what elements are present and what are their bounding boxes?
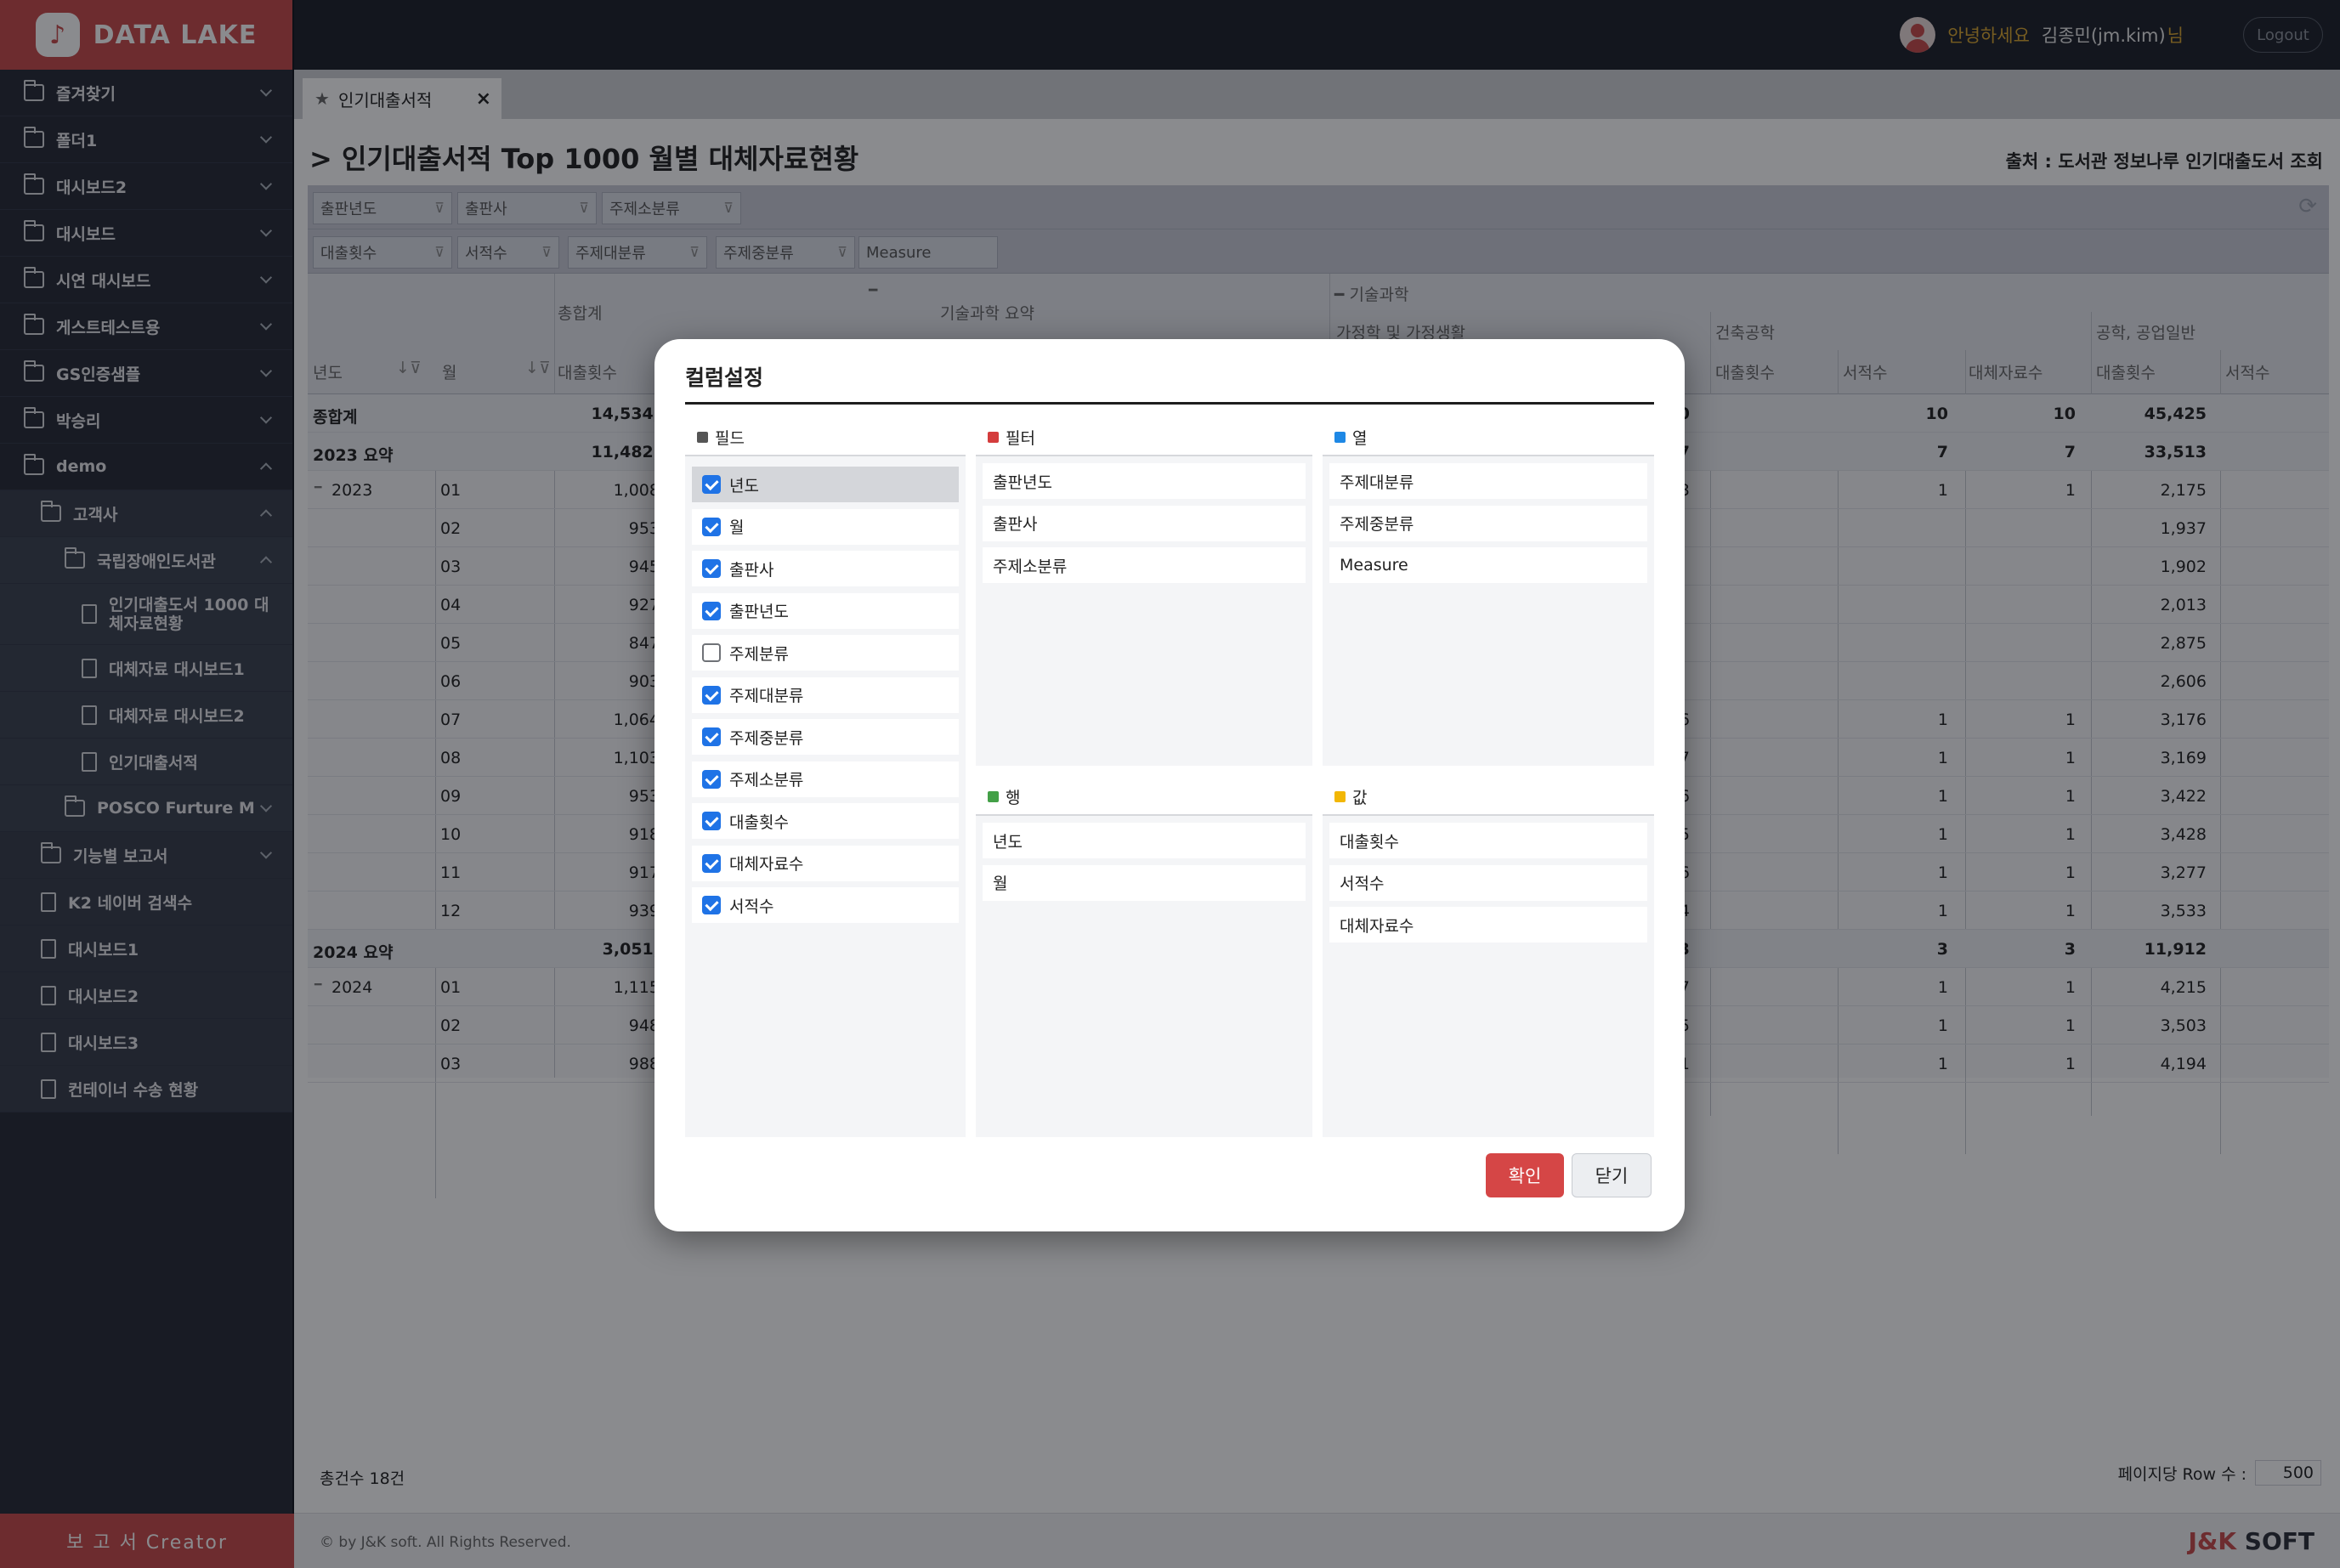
- list-item-label: 주제소분류: [993, 557, 1068, 576]
- list-item-label: Measure: [1340, 556, 1408, 575]
- field-checkbox[interactable]: [702, 559, 721, 578]
- confirm-button[interactable]: 확인: [1486, 1153, 1564, 1197]
- list-item-label: 년도: [993, 832, 1023, 852]
- field-item[interactable]: 서적수: [692, 887, 959, 923]
- fields-panel: 필드 년도월출판사출판년도주제분류주제대분류주제중분류주제소분류대출횟수대체자료…: [685, 419, 966, 1137]
- row-color-icon: [988, 790, 999, 802]
- value-panel: 값 대출횟수서적수대체자료수: [1323, 778, 1654, 1137]
- list-item-label: 출판년도: [993, 473, 1052, 492]
- column-panel: 열 주제대분류주제중분류 Measure: [1323, 419, 1654, 766]
- modal-title: 컬럼설정: [685, 365, 764, 390]
- filter-header: 필터: [976, 419, 1312, 456]
- value-header: 값: [1323, 778, 1654, 816]
- list-item[interactable]: 주제소분류: [983, 547, 1306, 583]
- field-label: 출판사: [729, 560, 774, 580]
- list-item[interactable]: 대체자료수: [1329, 907, 1647, 942]
- field-color-icon: [697, 431, 708, 443]
- field-item[interactable]: 출판사: [692, 551, 959, 586]
- field-checkbox[interactable]: [702, 475, 721, 494]
- field-label: 주제중분류: [729, 728, 804, 748]
- field-label: 주제분류: [729, 644, 789, 664]
- field-label: 년도: [729, 476, 759, 495]
- list-item[interactable]: 대출횟수: [1329, 823, 1647, 858]
- filter-color-icon: [988, 431, 999, 443]
- close-button[interactable]: 닫기: [1572, 1153, 1652, 1197]
- field-checkbox[interactable]: [702, 812, 721, 830]
- list-item[interactable]: 서적수: [1329, 864, 1647, 901]
- row-header: 행: [976, 778, 1312, 816]
- field-item[interactable]: 대출횟수: [692, 803, 959, 839]
- row-panel: 행 년도월: [976, 778, 1312, 1137]
- list-item[interactable]: 년도: [983, 823, 1306, 858]
- list-item-label: 주제대분류: [1340, 473, 1414, 492]
- list-item-label: 대출횟수: [1340, 832, 1399, 852]
- column-header: 열: [1323, 419, 1654, 456]
- filter-panel: 필터 출판년도출판사주제소분류: [976, 419, 1312, 766]
- field-checkbox[interactable]: [702, 685, 721, 705]
- field-item[interactable]: 년도: [692, 467, 959, 502]
- app-root: ♪ DATA LAKE 즐겨찾기 폴더1 대시보드2 대시보드 시연 대시보드 게스트테스…: [0, 0, 2340, 1568]
- list-item-label: 대체자료수: [1340, 916, 1414, 936]
- field-item[interactable]: 주제중분류: [692, 719, 959, 755]
- field-label: 출판년도: [729, 603, 789, 621]
- list-item-label: 월: [993, 875, 1008, 893]
- field-item[interactable]: 대체자료수: [692, 845, 959, 881]
- row-title: 행: [1006, 788, 1021, 807]
- value-color-icon: [1334, 790, 1346, 802]
- field-item[interactable]: 주제대분류: [692, 676, 959, 713]
- field-checkbox[interactable]: [702, 517, 721, 536]
- field-label: 대출횟수: [729, 812, 789, 832]
- list-item[interactable]: Measure: [1329, 547, 1647, 583]
- column-color-icon: [1334, 431, 1346, 443]
- list-item-label: 출판사: [993, 515, 1038, 534]
- list-item[interactable]: 출판년도: [983, 463, 1306, 499]
- field-checkbox[interactable]: [702, 601, 721, 620]
- fields-header: 필드: [685, 419, 966, 456]
- field-checkbox[interactable]: [702, 727, 721, 746]
- list-item-label: 주제중분류: [1340, 515, 1414, 534]
- value-title: 값: [1352, 788, 1368, 807]
- field-label: 서적수: [729, 897, 774, 916]
- field-checkbox[interactable]: [702, 769, 721, 789]
- field-item[interactable]: 월: [692, 508, 959, 545]
- field-checkbox[interactable]: [702, 643, 721, 662]
- fields-title: 필드: [715, 428, 745, 448]
- field-label: 월: [729, 518, 745, 537]
- field-item[interactable]: 주제소분류: [692, 761, 959, 797]
- list-item[interactable]: 출판사: [983, 505, 1306, 541]
- list-item-label: 서적수: [1340, 875, 1385, 893]
- list-item[interactable]: 주제중분류: [1329, 505, 1647, 541]
- filter-title: 필터: [1006, 428, 1035, 448]
- field-label: 주제대분류: [729, 687, 804, 705]
- title-divider: [685, 402, 1654, 405]
- field-item[interactable]: 주제분류: [692, 635, 959, 671]
- field-checkbox[interactable]: [702, 896, 721, 914]
- list-item[interactable]: 월: [983, 864, 1306, 901]
- column-title: 열: [1352, 428, 1368, 448]
- field-checkbox[interactable]: [702, 853, 721, 873]
- field-label: 대체자료수: [729, 855, 804, 874]
- column-settings-modal: 컬럼설정 필드 년도 월 출판사 출판년도 주제분류 주제대분류 주제중분류 주제소분류 대출횟…: [654, 339, 1685, 1231]
- field-item[interactable]: 출판년도: [692, 592, 959, 629]
- list-item[interactable]: 주제대분류: [1329, 463, 1647, 499]
- field-label: 주제소분류: [729, 771, 804, 790]
